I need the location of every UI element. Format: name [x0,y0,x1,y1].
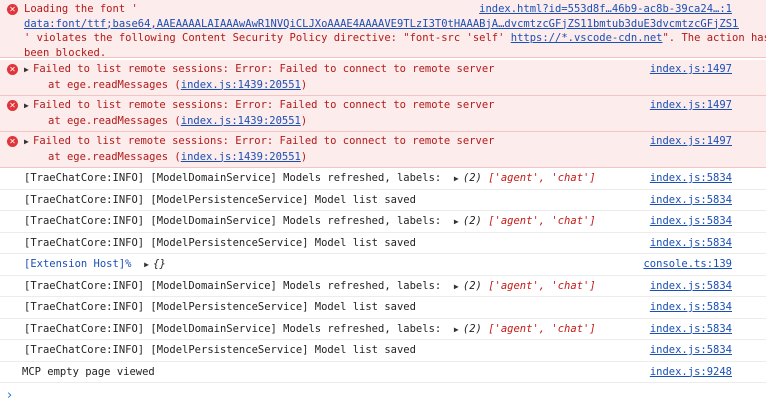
remote-error-message: Failed to list remote sessions: Error: F… [33,63,495,75]
log-row: [TraeChatCore:INFO] [ModelDomainService]… [0,211,766,233]
array-count: (2) [462,172,482,184]
source-link[interactable]: index.js:5834 [650,168,732,190]
log-row: [TraeChatCore:INFO] [ModelPersistenceSer… [0,340,766,362]
expand-triangle-icon[interactable]: ▶ [24,135,33,150]
object-preview[interactable]: {} [153,258,166,270]
stack-frame-prefix: at ege.readMessages ( [48,78,181,91]
console-prompt-chevron-icon[interactable]: › [7,388,12,403]
source-link[interactable]: index.js:1497 [650,98,732,113]
font-error-prefix: Loading the font ' [24,3,138,15]
log-row: [TraeChatCore:INFO] [ModelDomainService]… [0,319,766,341]
stack-frame-link[interactable]: index.js:1439:20551 [181,115,301,127]
source-link[interactable]: index.js:5834 [650,297,732,319]
source-link[interactable]: index.js:5834 [650,340,732,362]
array-count: (2) [462,322,482,335]
mcp-log-row: MCP empty page viewed index.js:9248 [0,362,766,384]
array-count: (2) [462,279,482,292]
array-preview[interactable]: ['agent', 'chat'] [488,172,595,184]
source-link[interactable]: index.js:1497 [650,62,732,77]
expand-triangle-icon[interactable]: ▶ [144,254,153,276]
log-text: [TraeChatCore:INFO] [ModelPersistenceSer… [24,193,416,206]
array-preview[interactable]: ['agent', 'chat'] [488,323,595,335]
devtools-console: ✕ Loading the font ' index.html?id=553d8… [0,0,766,415]
expand-triangle-icon[interactable]: ▶ [454,211,463,233]
expand-triangle-icon[interactable]: ▶ [24,99,33,114]
log-text: [TraeChatCore:INFO] [ModelDomainService]… [24,322,442,335]
source-link[interactable]: index.js:1497 [650,134,732,149]
stack-frame-suffix: ) [300,114,308,127]
remote-error-message: Failed to list remote sessions: Error: F… [33,135,495,147]
font-data-uri-link[interactable]: data:font/ttf;base64,AAEAAAALAIAAAwAwR1N… [24,17,739,32]
remote-error-row: ✕ ▶ Failed to list remote sessions: Error… [0,132,766,168]
font-error-line2: ' violates the following Content Securit… [24,32,511,44]
expand-triangle-icon[interactable]: ▶ [24,63,33,78]
log-row: [TraeChatCore:INFO] [ModelPersistenceSer… [0,233,766,255]
array-preview[interactable]: ['agent', 'chat'] [488,280,595,292]
stack-frame-suffix: ) [300,78,308,91]
stack-frame-prefix: at ege.readMessages ( [48,114,181,127]
log-text: [TraeChatCore:INFO] [ModelDomainService]… [24,279,442,292]
source-link[interactable]: index.js:5834 [650,276,732,298]
expand-triangle-icon[interactable]: ▶ [454,168,463,190]
font-error-source-link[interactable]: index.html?id=553d8f…46b9-ac8b-39ca24…:1 [479,2,732,17]
array-preview[interactable]: ['agent', 'chat'] [488,215,595,227]
source-link[interactable]: console.ts:139 [643,254,732,276]
remote-error-row: ✕ ▶ Failed to list remote sessions: Error… [0,96,766,132]
stack-frame-link[interactable]: index.js:1439:20551 [181,151,301,163]
font-error-line2-suffix: ". The action has [662,32,766,44]
remote-error-message: Failed to list remote sessions: Error: F… [33,99,495,111]
log-text: MCP empty page viewed [22,365,155,378]
stack-frame-suffix: ) [300,150,308,163]
array-count: (2) [462,215,482,227]
source-link[interactable]: index.js:9248 [650,362,732,384]
log-row: [TraeChatCore:INFO] [ModelPersistenceSer… [0,297,766,319]
expand-triangle-icon[interactable]: ▶ [454,276,463,298]
log-row: [TraeChatCore:INFO] [ModelPersistenceSer… [0,190,766,212]
source-link[interactable]: index.js:5834 [650,190,732,212]
error-icon: ✕ [7,4,18,15]
error-icon: ✕ [7,64,18,75]
csp-link[interactable]: https://*.vscode-cdn.net [511,32,663,44]
log-text: [TraeChatCore:INFO] [ModelDomainService]… [24,215,442,227]
log-text: [TraeChatCore:INFO] [ModelPersistenceSer… [24,344,416,356]
error-icon: ✕ [7,100,18,111]
source-link[interactable]: index.js:5834 [650,211,732,233]
font-error-line3: been blocked. [24,46,107,59]
log-text: [TraeChatCore:INFO] [ModelPersistenceSer… [24,301,416,313]
source-link[interactable]: index.js:5834 [650,319,732,341]
source-link[interactable]: index.js:5834 [650,233,732,255]
log-row: [TraeChatCore:INFO] [ModelDomainService]… [0,276,766,298]
error-icon: ✕ [7,136,18,147]
stack-frame-prefix: at ege.readMessages ( [48,150,181,163]
extension-host-label: [Extension Host]% [24,258,132,270]
stack-frame-link[interactable]: index.js:1439:20551 [181,79,301,91]
extension-host-row: [Extension Host]% ▶{} console.ts:139 [0,254,766,276]
log-text: [TraeChatCore:INFO] [ModelDomainService]… [24,172,442,184]
remote-error-row: ✕ ▶ Failed to list remote sessions: Error… [0,60,766,96]
expand-triangle-icon[interactable]: ▶ [454,319,463,341]
log-row: [TraeChatCore:INFO] [ModelDomainService]… [0,168,766,190]
log-text: [TraeChatCore:INFO] [ModelPersistenceSer… [24,236,416,249]
font-csp-error: ✕ Loading the font ' index.html?id=553d8… [0,0,766,59]
